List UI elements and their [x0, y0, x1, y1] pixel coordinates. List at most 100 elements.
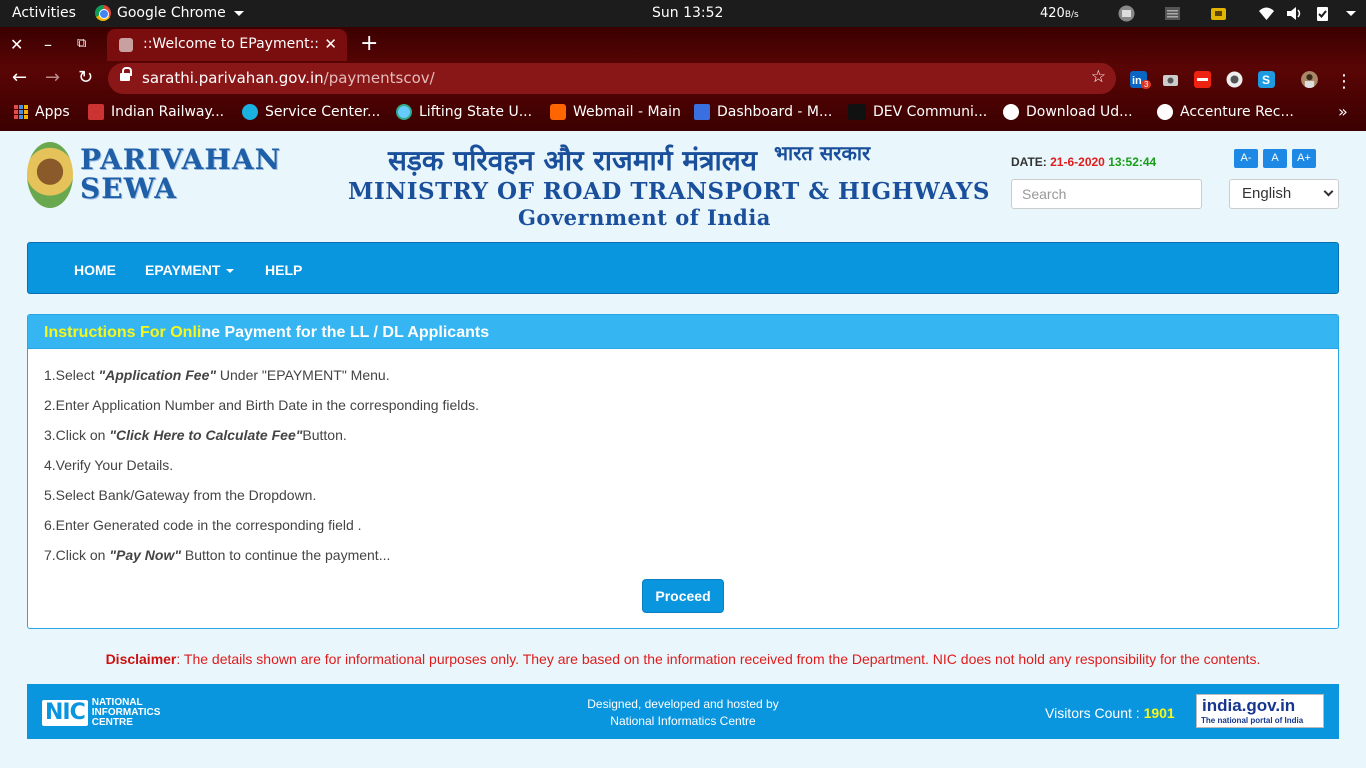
browser-window: ✕ – ⧉ ::Welcome to EPayment:: ✕ + ← → ↻ … — [0, 27, 1366, 131]
caret-down-icon — [226, 269, 235, 274]
reload-icon[interactable]: ↻ — [78, 67, 93, 88]
chrome-icon — [95, 5, 111, 21]
address-bar[interactable]: sarathi.parivahan.gov.in/paymentscov/ ☆ — [108, 63, 1116, 94]
disclaimer-text: : The details shown are for informationa… — [176, 651, 1261, 667]
bookmark-star-icon[interactable]: ☆ — [1091, 67, 1106, 87]
step-7: 7.Click on "Pay Now" Button to continue … — [44, 547, 391, 563]
time-value: 13:52:44 — [1108, 155, 1157, 169]
favicon-icon — [119, 38, 133, 52]
close-tab-icon[interactable]: ✕ — [324, 35, 337, 53]
new-tab-icon[interactable]: + — [360, 31, 378, 56]
profile-avatar[interactable] — [1301, 71, 1318, 88]
panel-title: Instructions For Online Payment for the … — [28, 315, 1338, 349]
tray-app-icon[interactable] — [1118, 5, 1135, 22]
bookmark-webmail[interactable]: Webmail - Main — [550, 104, 681, 120]
font-normal-button[interactable]: A — [1263, 149, 1287, 168]
main-navigation: HOME EPAYMENT HELP — [27, 242, 1339, 294]
maximize-window-icon[interactable]: ⧉ — [77, 36, 86, 51]
step-6: 6.Enter Generated code in the correspond… — [44, 517, 362, 533]
bookmark-lifting-state[interactable]: Lifting State U... — [396, 104, 532, 120]
net-speed-unit: B/s — [1064, 10, 1079, 20]
step-1: 1.Select "Application Fee" Under "EPAYME… — [44, 367, 390, 383]
close-window-icon[interactable]: ✕ — [10, 35, 23, 54]
net-speed: 420B/s — [1040, 6, 1079, 21]
railway-icon — [88, 104, 104, 120]
activities-button[interactable]: Activities — [12, 5, 76, 21]
panel-title-highlight: Instructions For Onli — [44, 324, 202, 341]
extension-camera-icon[interactable] — [1162, 71, 1179, 88]
extension-skype-icon[interactable]: S — [1258, 71, 1275, 88]
bookmark-download[interactable]: Download Ud... — [1003, 104, 1133, 120]
bookmark-label: Apps — [35, 104, 70, 120]
clock[interactable]: Sun 13:52 — [652, 5, 723, 21]
bookmark-label: Indian Railway... — [111, 104, 225, 120]
nav-epayment-label: EPAYMENT — [145, 262, 221, 278]
bookmark-label: DEV Communi... — [873, 104, 988, 120]
dev-icon — [848, 104, 866, 120]
tray-folder-icon[interactable] — [1210, 5, 1227, 22]
national-emblem-icon — [27, 142, 73, 208]
bookmark-label: Dashboard - M... — [717, 104, 833, 120]
url-path: /paymentscov/ — [323, 69, 435, 87]
bookmark-label: Accenture Rec... — [1180, 104, 1294, 120]
wifi-icon[interactable] — [1258, 5, 1275, 22]
instruction-steps: 1.Select "Application Fee" Under "EPAYME… — [44, 367, 479, 577]
chevron-down-icon — [233, 10, 244, 16]
volume-icon[interactable] — [1286, 5, 1303, 22]
tab-epayment[interactable]: ::Welcome to EPayment:: ✕ — [107, 29, 347, 61]
disclaimer: Disclaimer: The details shown are for in… — [0, 651, 1366, 667]
system-menu-chevron-icon[interactable] — [1346, 11, 1356, 16]
ministry-hindi: सड़क परिवहन और राजमार्ग मंत्रालय — [388, 144, 758, 177]
instructions-panel: Instructions For Online Payment for the … — [27, 314, 1339, 629]
india-gov-logo[interactable]: india.gov.in The national portal of Indi… — [1196, 694, 1324, 728]
bookmark-service-center[interactable]: Service Center... — [242, 104, 380, 120]
search-input[interactable] — [1011, 179, 1202, 209]
bookmark-dashboard[interactable]: Dashboard - M... — [694, 104, 832, 120]
app-menu[interactable]: Google Chrome — [95, 5, 244, 21]
battery-icon[interactable] — [1314, 5, 1331, 22]
bookmark-dev-community[interactable]: DEV Communi... — [848, 104, 987, 120]
bookmark-indian-railway[interactable]: Indian Railway... — [88, 104, 224, 120]
dashboard-icon — [694, 104, 710, 120]
step-2: 2.Enter Application Number and Birth Dat… — [44, 397, 480, 413]
lock-icon[interactable] — [120, 67, 132, 83]
step-5: 5.Select Bank/Gateway from the Dropdown. — [44, 487, 317, 503]
extension-cors-icon[interactable] — [1194, 71, 1211, 88]
india-gov-name: india.gov.in — [1202, 696, 1296, 715]
browser-menu-icon[interactable]: ⋮ — [1335, 71, 1353, 92]
page-content: PARIVAHAN SEWA सड़क परिवहन और राजमार्ग म… — [0, 131, 1366, 768]
language-select[interactable]: English — [1229, 179, 1339, 209]
nav-home[interactable]: HOME — [74, 262, 116, 278]
chevron-down-icon — [1323, 186, 1334, 197]
bookmark-label: Service Center... — [265, 104, 381, 120]
parivahan-logo[interactable]: PARIVAHAN SEWA — [80, 145, 281, 203]
tray-list-icon[interactable] — [1164, 5, 1181, 22]
bookmark-label: Webmail - Main — [573, 104, 681, 120]
cpanel-icon — [550, 104, 566, 120]
bookmark-accenture[interactable]: Accenture Rec... — [1157, 104, 1294, 120]
logo-line2: SEWA — [80, 172, 177, 205]
minimize-window-icon[interactable]: – — [44, 35, 52, 54]
font-increase-button[interactable]: A+ — [1292, 149, 1316, 168]
font-decrease-button[interactable]: A- — [1234, 149, 1258, 168]
net-speed-value: 420 — [1040, 6, 1065, 21]
check-badge-icon — [242, 104, 258, 120]
svg-text:S: S — [1262, 73, 1270, 87]
extension-circle-icon[interactable] — [1226, 71, 1243, 88]
disclaimer-label: Disclaimer — [105, 651, 177, 667]
step-3: 3.Click on "Click Here to Calculate Fee"… — [44, 427, 347, 443]
step-4: 4.Verify Your Details. — [44, 457, 174, 473]
proceed-button[interactable]: Proceed — [642, 579, 724, 613]
back-icon[interactable]: ← — [12, 67, 27, 88]
url-text[interactable]: sarathi.parivahan.gov.in/paymentscov/ — [142, 69, 435, 87]
nav-epayment[interactable]: EPAYMENT — [145, 262, 235, 278]
nav-help[interactable]: HELP — [265, 262, 302, 278]
tab-title: ::Welcome to EPayment:: — [143, 36, 319, 52]
forward-icon[interactable]: → — [45, 67, 60, 88]
system-top-bar: Activities Google Chrome Sun 13:52 420B/… — [0, 0, 1366, 27]
react-icon — [396, 104, 412, 120]
more-bookmarks-icon[interactable]: » — [1338, 102, 1348, 121]
bookmark-label: Download Ud... — [1026, 104, 1133, 120]
ministry-hindi-small: भारत सरकार — [774, 141, 871, 165]
bookmark-apps[interactable]: Apps — [14, 104, 70, 120]
